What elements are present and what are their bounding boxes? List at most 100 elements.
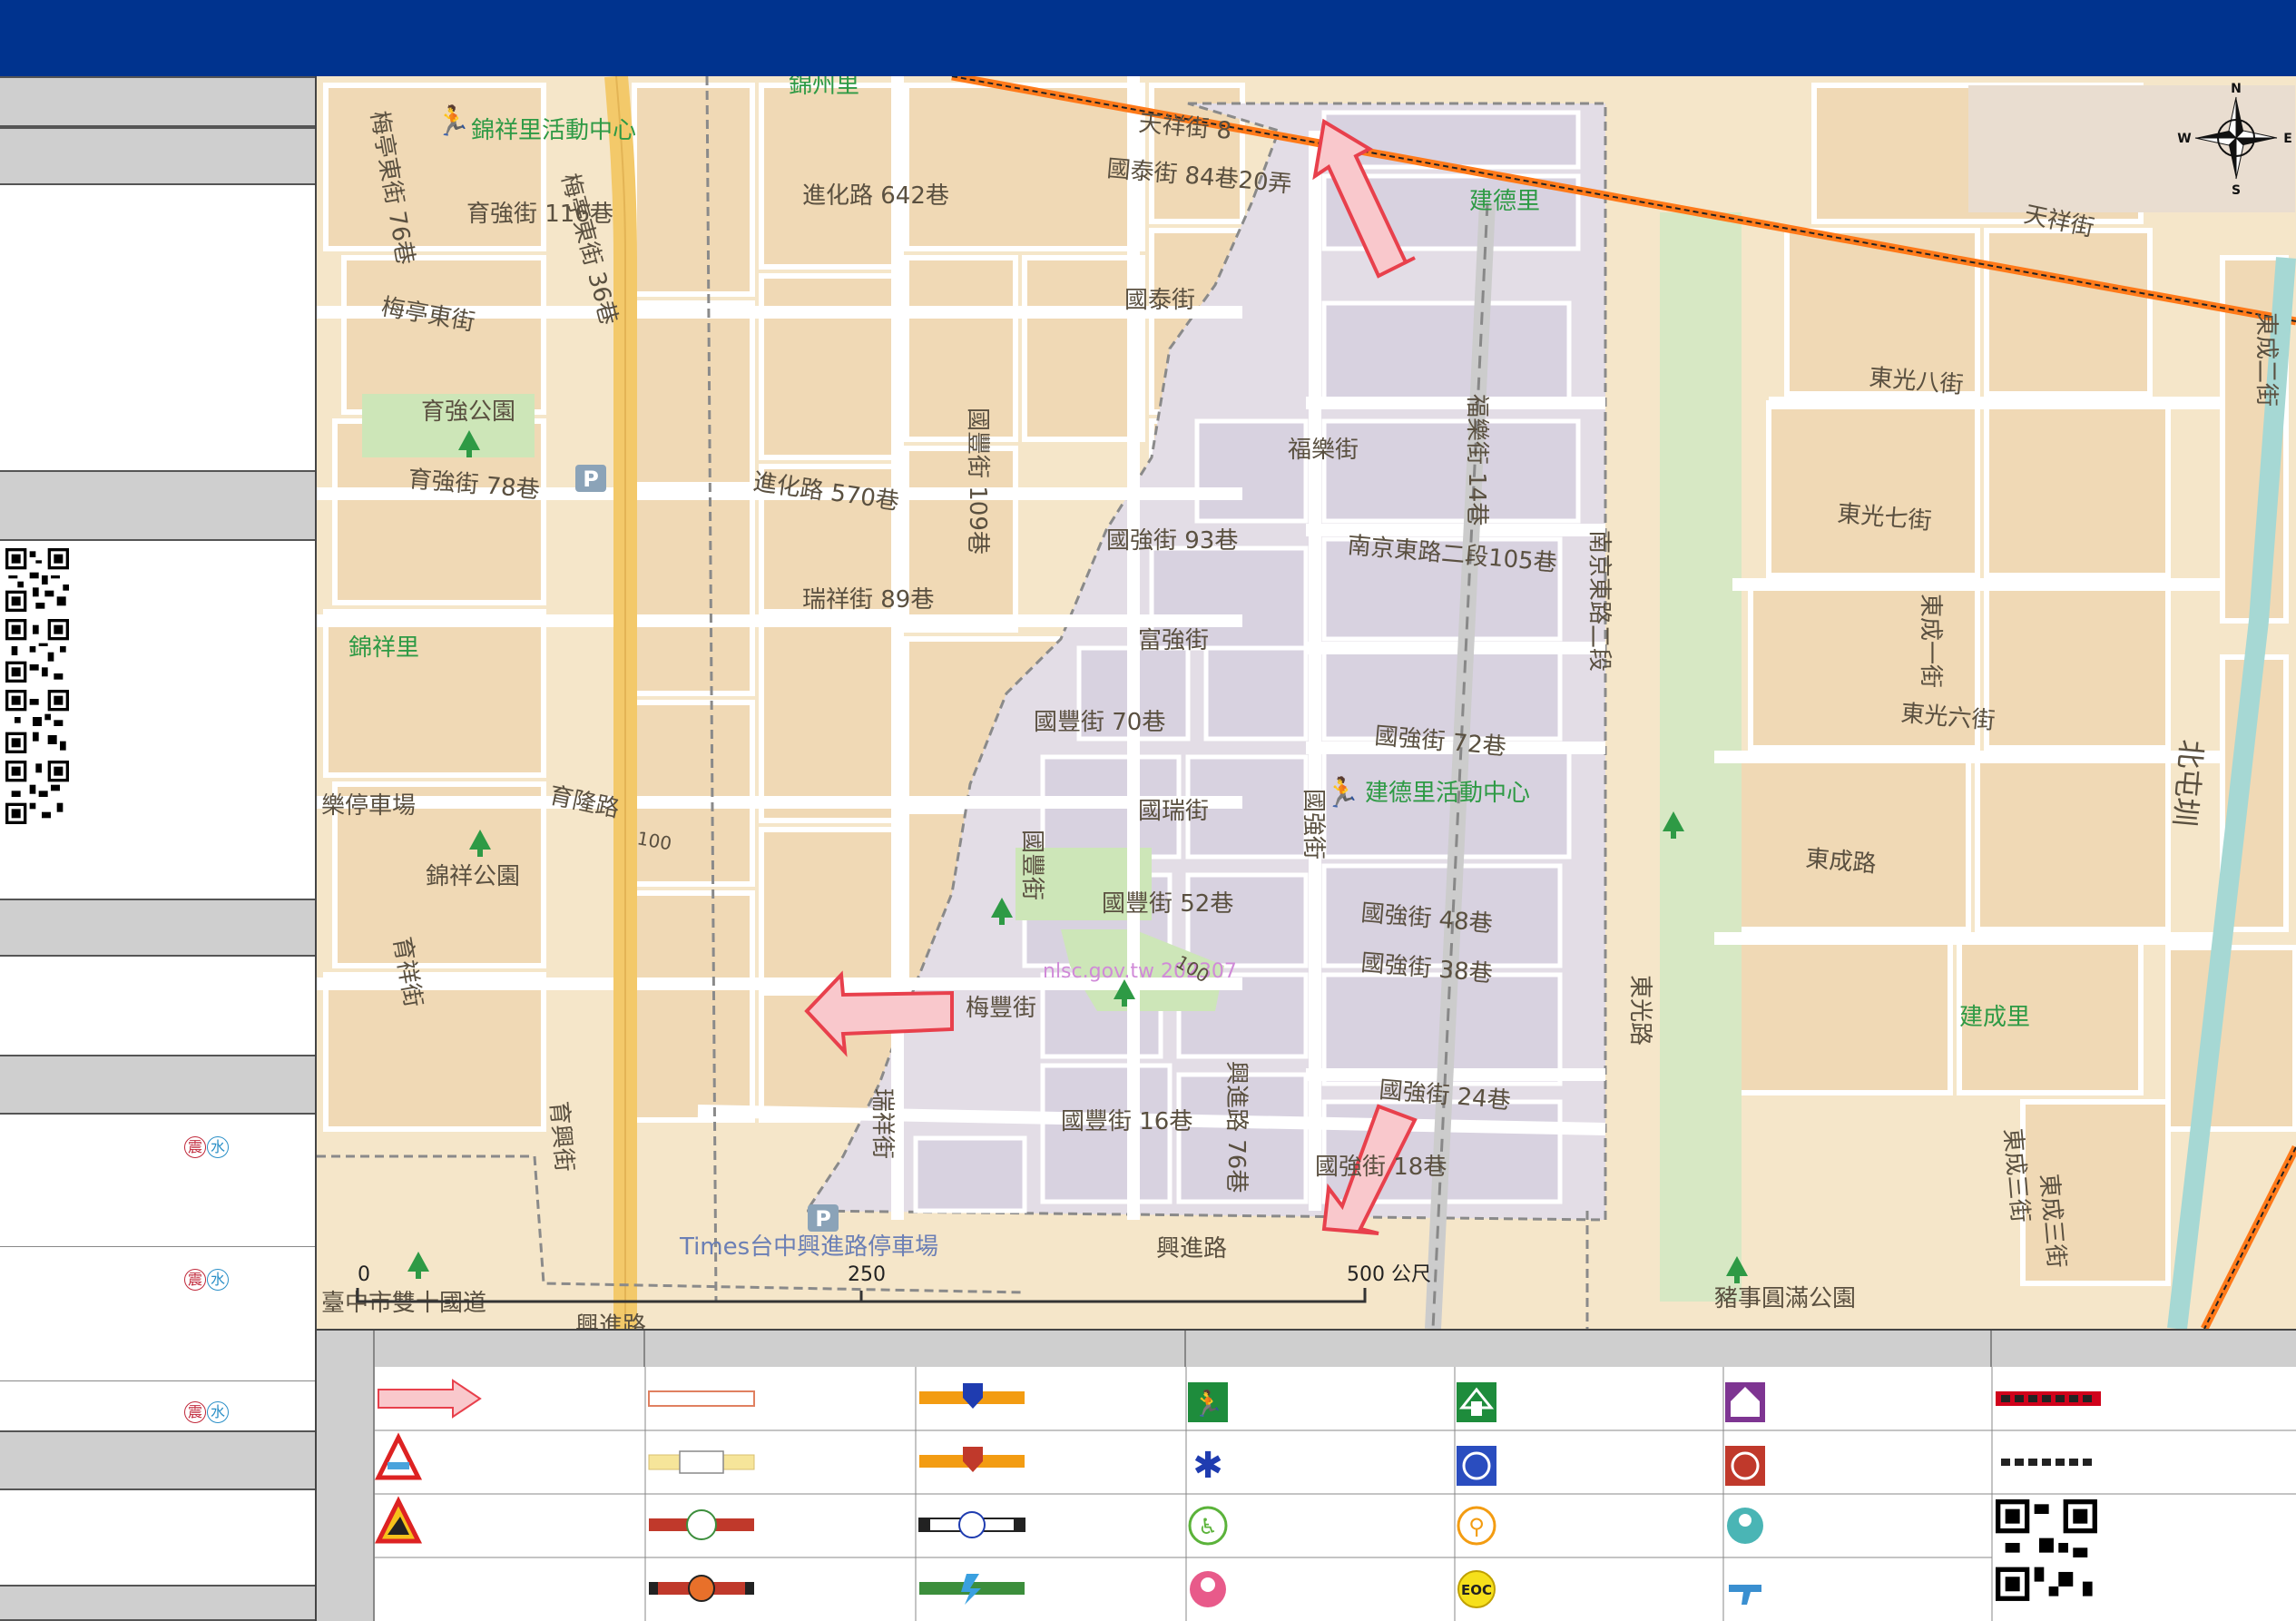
map-label: Times台中興進路停車場	[679, 1233, 938, 1261]
elderly-icon: ⚲	[1457, 1506, 1496, 1546]
map-label: 樂停車場	[321, 792, 416, 820]
legend-header	[1992, 1331, 2296, 1367]
eoc-icon: EOC	[1457, 1570, 1496, 1608]
boundary-line-icon	[1996, 1391, 2101, 1406]
map-label: 錦祥公園	[426, 863, 520, 890]
app-header	[0, 0, 2296, 76]
qr-code-icon[interactable]	[5, 761, 69, 824]
map-label: 東光路	[1626, 975, 1653, 1046]
earthquake-tag: 震	[184, 1269, 206, 1291]
road-symbol	[648, 1450, 755, 1474]
legend-header	[375, 1331, 645, 1367]
map-label: 國豐街 109巷	[964, 408, 991, 555]
map-label: 東成一街	[1917, 594, 1944, 688]
shelter-hazard-tags: 震水	[184, 1269, 230, 1291]
road-symbol	[648, 1390, 755, 1407]
sidebar-info-box	[0, 1490, 315, 1585]
map-label: 錦州里	[789, 76, 859, 99]
road-symbol	[649, 1509, 754, 1540]
sidebar-section-header	[0, 1055, 315, 1115]
sidebar-info-box	[0, 957, 315, 1055]
evac-shelter-icon	[1457, 1382, 1496, 1422]
map-label: 國瑞街	[1138, 798, 1209, 825]
qr-code-box	[0, 541, 315, 899]
map-label: 國豐街 16巷	[1061, 1108, 1192, 1135]
map-label: 南京東路二段	[1585, 530, 1613, 672]
sidebar-section-header	[0, 1430, 315, 1490]
fire-road-icon	[919, 1447, 1025, 1472]
shelter-item[interactable]: 震水	[0, 1115, 315, 1247]
medical-icon: ✱	[1192, 1445, 1223, 1487]
map-label: 瑞祥街 89巷	[802, 586, 934, 614]
svg-text:EOC: EOC	[1461, 1582, 1492, 1598]
map-label: 國豐街 70巷	[1034, 709, 1165, 736]
svg-text:🏃: 🏃	[1192, 1389, 1224, 1419]
map-label: 梅豐街	[966, 995, 1036, 1022]
earthquake-tag: 震	[184, 1136, 206, 1158]
hsr-road-icon	[919, 1574, 1025, 1605]
scale-label: 0	[358, 1263, 370, 1286]
family-icon	[1190, 1571, 1226, 1607]
scale-label: 250	[848, 1263, 886, 1286]
village-info-box	[0, 185, 315, 470]
legend-header	[645, 1331, 1186, 1367]
map-canvas[interactable]: P P 🏃 🏃 錦州里 天祥街 8 國泰街 84巷20弄 建德里 錦祥里活動中心…	[317, 76, 2296, 1329]
svg-text:⚲: ⚲	[1468, 1514, 1485, 1539]
qr-code-icon[interactable]	[5, 548, 69, 612]
rail-station-icon	[918, 1511, 1025, 1538]
fire-station-icon	[1725, 1446, 1765, 1486]
flood-tag: 水	[207, 1269, 229, 1291]
earthquake-tag: 震	[184, 1401, 206, 1423]
map-label: 錦祥里活動中心	[471, 117, 636, 144]
legend-header	[1186, 1331, 1992, 1367]
map-label: 福樂街	[1288, 437, 1359, 464]
map-label: 建成里	[1959, 1004, 2030, 1031]
landslide-warning-icon	[374, 1496, 423, 1544]
svg-text:♿: ♿	[1198, 1514, 1218, 1539]
map-label: 臺中市雙十國道	[321, 1290, 486, 1317]
activity-center-icon: 🏃	[1324, 775, 1360, 810]
map-label: 興進路 76巷	[1222, 1061, 1250, 1193]
map-label: 國豐街 52巷	[1102, 890, 1233, 918]
qr-code-icon[interactable]	[5, 690, 69, 753]
map-label: 東成二街	[2252, 312, 2280, 407]
parking-icon: P	[808, 1204, 839, 1232]
shelter-item[interactable]: 震水	[0, 1247, 315, 1381]
svg-text:P: P	[583, 467, 599, 492]
qr-code-icon[interactable]	[5, 619, 69, 683]
svg-text:P: P	[815, 1206, 831, 1232]
evacuation-arrow-icon	[378, 1379, 482, 1419]
map-label: 富強街	[1138, 627, 1209, 654]
map-label: 國豐街	[1018, 830, 1045, 900]
scale-label: 500 公尺	[1347, 1263, 1431, 1286]
info-sidebar: 震水 震水 震水	[0, 76, 317, 1621]
activity-center-icon: 🏃	[435, 103, 471, 138]
police-station-icon	[1457, 1446, 1496, 1486]
evacuation-map[interactable]: P P 🏃 🏃 錦州里 天祥街 8 國泰街 84巷20弄 建德里 錦祥里活動中心…	[317, 76, 2296, 1329]
svg-text:✱: ✱	[1192, 1445, 1223, 1487]
map-label: 建德里	[1469, 188, 1540, 215]
warehouse-icon	[1725, 1382, 1765, 1422]
sidebar-section-header	[0, 470, 315, 541]
map-label: 進化路 642巷	[802, 182, 949, 210]
svg-text:W: W	[2177, 132, 2191, 146]
park-area	[1968, 85, 2295, 212]
map-label: 興進路	[575, 1312, 646, 1329]
sidebar-section-header	[0, 127, 315, 185]
qr-code-icon[interactable]	[1996, 1499, 2097, 1601]
svg-text:S: S	[2232, 183, 2241, 198]
map-label: 豬事圓滿公園	[1714, 1285, 1856, 1312]
sidebar-section-title	[0, 76, 315, 127]
map-label: 國強街 18巷	[1315, 1154, 1447, 1181]
road-symbol	[649, 1575, 754, 1602]
sidebar-section-header	[0, 1585, 315, 1621]
shelter-icon: 🏃	[1188, 1382, 1228, 1422]
parking-icon: P	[575, 465, 606, 492]
map-label: 國泰街	[1124, 287, 1195, 314]
map-label: 建德里活動中心	[1365, 780, 1530, 807]
map-label: 國強街 93巷	[1106, 527, 1238, 555]
wheelchair-icon: ♿	[1188, 1506, 1228, 1546]
flood-tag: 水	[207, 1401, 229, 1423]
svg-text:E: E	[2283, 132, 2292, 146]
map-label: 興進路	[1156, 1235, 1227, 1262]
